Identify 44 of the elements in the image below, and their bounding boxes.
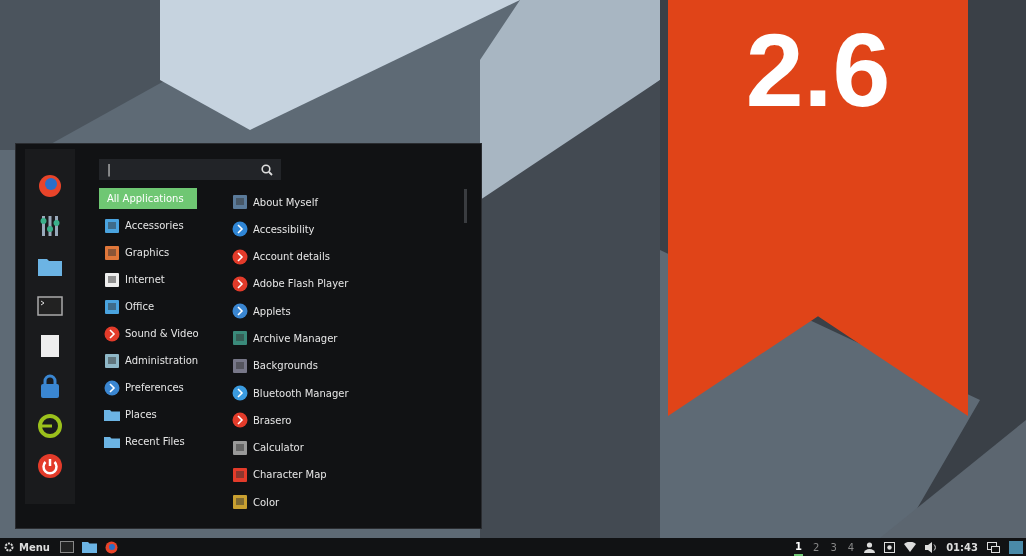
logout-icon[interactable] xyxy=(37,413,63,439)
folder-icon[interactable] xyxy=(82,541,97,553)
category-item[interactable]: Sound & Video xyxy=(99,323,232,344)
menu-button[interactable]: Menu xyxy=(3,539,50,555)
category-item[interactable]: Accessories xyxy=(99,215,232,236)
search-field[interactable]: | xyxy=(99,159,281,180)
application-item[interactable]: Bluetooth Manager xyxy=(232,384,349,403)
globe-icon[interactable] xyxy=(37,173,63,199)
application-item[interactable]: About Myself xyxy=(232,193,349,211)
volume-icon[interactable] xyxy=(925,541,938,553)
category-item[interactable]: Places xyxy=(99,404,232,425)
search-icon xyxy=(261,163,273,176)
search-value: | xyxy=(107,161,112,179)
application-item[interactable]: Backgrounds xyxy=(232,356,349,375)
desktop-thumbnail[interactable] xyxy=(1009,540,1023,554)
globe-icon[interactable] xyxy=(105,540,118,554)
category-item[interactable]: Graphics xyxy=(99,242,232,263)
power-icon[interactable] xyxy=(37,453,63,479)
category-item[interactable]: Preferences xyxy=(99,377,232,398)
category-item[interactable]: Office xyxy=(99,296,232,317)
clock[interactable]: 01:43 xyxy=(946,539,978,555)
wifi-icon[interactable] xyxy=(904,542,917,552)
application-item[interactable]: Brasero xyxy=(232,411,349,430)
application-item[interactable]: Accessibility xyxy=(232,220,349,239)
application-item[interactable]: Character Map xyxy=(232,465,349,484)
application-item[interactable]: Archive Manager xyxy=(232,329,349,348)
windows-icon[interactable] xyxy=(987,541,1000,553)
workspace-button[interactable]: 3 xyxy=(829,539,838,555)
application-item[interactable]: Applets xyxy=(232,302,349,321)
category-item[interactable]: Recent Files xyxy=(99,431,232,452)
user-icon[interactable] xyxy=(864,541,876,553)
category-item[interactable]: Administration xyxy=(99,350,232,371)
application-item[interactable]: Account details xyxy=(232,247,349,266)
version-number: 2.6 xyxy=(745,11,891,130)
application-item[interactable]: Color xyxy=(232,493,349,512)
workspace-button[interactable]: 2 xyxy=(812,539,821,555)
terminal-icon[interactable] xyxy=(37,293,63,319)
terminal-icon[interactable] xyxy=(60,541,74,553)
workspace-button[interactable]: 1 xyxy=(794,538,804,556)
category-item[interactable]: Internet xyxy=(99,269,232,290)
application-item[interactable]: Calculator xyxy=(232,438,349,457)
scrollbar-thumb[interactable] xyxy=(464,189,467,223)
workspace-button[interactable]: 4 xyxy=(846,539,856,555)
application-item[interactable]: Adobe Flash Player xyxy=(232,274,349,293)
